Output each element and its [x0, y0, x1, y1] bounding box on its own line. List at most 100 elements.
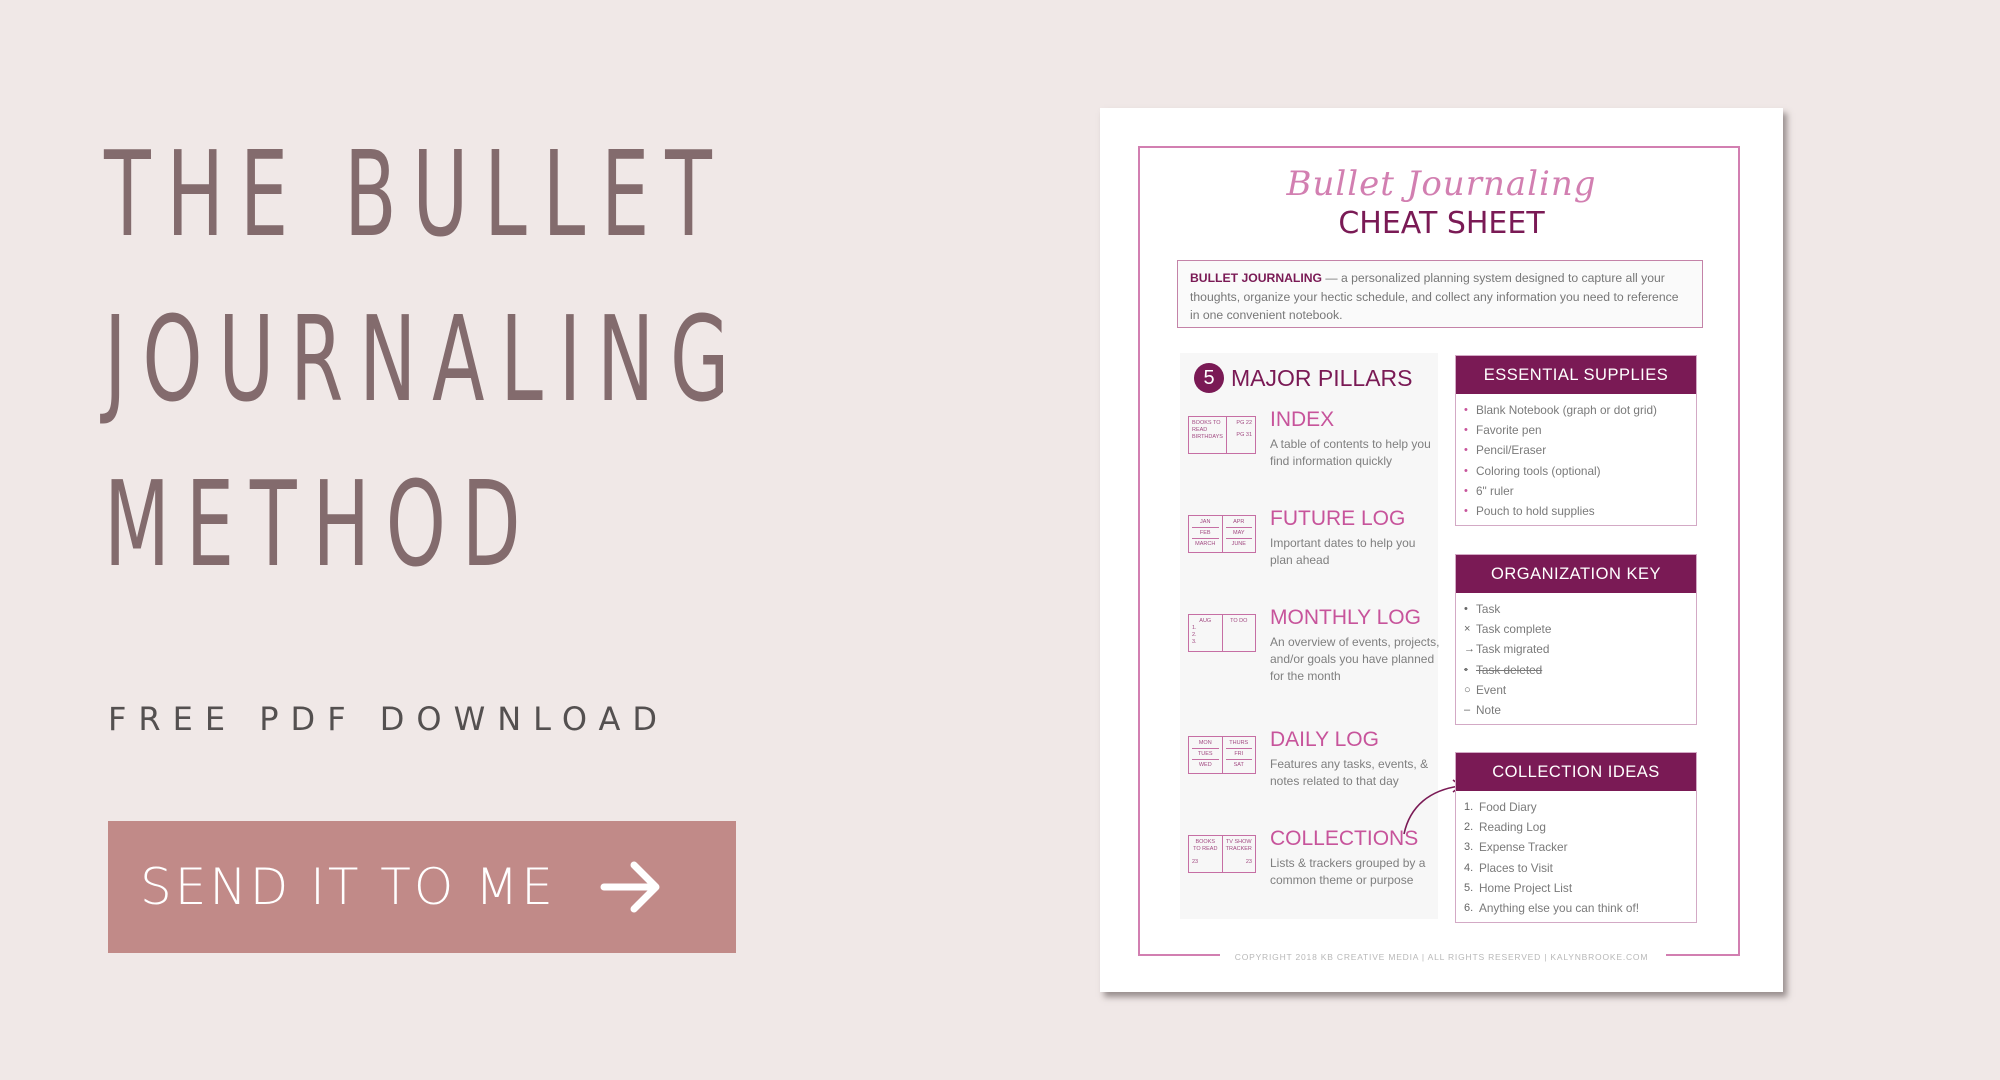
list-item-text: Places to Visit [1479, 860, 1553, 875]
list-item-text: Blank Notebook (graph or dot grid) [1476, 403, 1657, 417]
collection-ideas-list: 1. Food Diary 2. Reading Log 3. Expense Tra… [1456, 791, 1696, 922]
monthly-log-illustration: AUG 1. 2. 3. TO DO [1188, 614, 1256, 652]
list-number: 1. [1464, 801, 1474, 813]
daily-log-illustration: MON TUES WED THURS FRI SAT [1188, 736, 1256, 774]
list-item-text: Pencil/Eraser [1476, 443, 1547, 458]
mini-text: FEB [1192, 530, 1219, 539]
bullet-icon: • [1464, 484, 1468, 497]
list-number: 3. [1464, 841, 1474, 854]
panel-heading: ESSENTIAL SUPPLIES [1456, 356, 1696, 394]
mini-text: JUNE [1231, 541, 1246, 547]
mini-text: BOOKS TO READ [1192, 420, 1221, 433]
list-item: • Favorite pen [1464, 420, 1688, 440]
cheat-sheet-preview: Bullet Journaling CHEAT SHEET BULLET JOU… [1100, 108, 1783, 992]
mini-text: 23 [1245, 859, 1252, 865]
pillar-name: COLLECTIONS [1270, 827, 1419, 850]
mini-text: JAN [1192, 519, 1219, 528]
subhead: FREE PDF DOWNLOAD [108, 700, 670, 738]
list-item-text: Expense Tracker [1479, 840, 1568, 855]
sheet-footer: COPYRIGHT 2018 KB CREATIVE MEDIA | ALL R… [1234, 952, 1649, 962]
collections-illustration: BOOKS TO READ 23 TV SHOW TRACKER 23 [1188, 835, 1256, 873]
mini-text: AUG [1199, 618, 1212, 624]
mini-text: FRI [1225, 751, 1252, 760]
list-item-text: Event [1476, 682, 1507, 697]
pillar-desc: Important dates to help you plan ahead [1270, 536, 1416, 567]
event-circle-icon: ○ [1464, 683, 1471, 696]
list-item: • Pencil/Eraser [1464, 440, 1688, 460]
mini-text: 2. [1192, 632, 1197, 638]
intro-box: BULLET JOURNALING — a personalized plann… [1177, 260, 1703, 328]
pillar-name: FUTURE LOG [1270, 507, 1406, 530]
task-bullet-icon: • [1464, 603, 1468, 615]
list-item-text: Task deleted [1476, 662, 1543, 677]
list-item: → Task migrated [1464, 639, 1688, 659]
headline: THE BULLET JOURNALING METHOD [104, 112, 745, 607]
cta-label: SEND IT TO ME [140, 858, 556, 916]
mini-text: THURS [1225, 740, 1252, 749]
send-it-to-me-button[interactable]: SEND IT TO ME [108, 821, 736, 953]
sheet-script-title: Bullet Journaling [1286, 164, 1597, 204]
list-item-text: Task complete [1476, 622, 1552, 637]
list-item-text: Pouch to hold supplies [1476, 504, 1595, 519]
list-item-text: Anything else you can think of! [1479, 901, 1640, 916]
bullet-icon: • [1464, 424, 1468, 437]
list-item: • 6" ruler [1464, 481, 1688, 501]
collection-ideas-panel: COLLECTION IDEAS 1. Food Diary 2. Reading … [1455, 752, 1697, 924]
mini-text: SAT [1233, 762, 1244, 768]
panel-heading: COLLECTION IDEAS [1456, 753, 1696, 791]
organization-key-panel: ORGANIZATION KEY • Task × Task complete → T… [1455, 554, 1697, 726]
list-item: • Task deleted [1464, 660, 1688, 680]
bullet-icon: • [1464, 404, 1468, 416]
pillar-future-log: JAN FEB MARCH APR MAY JUNE FUTURE LOG Im… [1188, 507, 1438, 587]
bullet-icon: • [1464, 444, 1468, 457]
headline-line: METHOD [104, 455, 537, 593]
pillar-index: BOOKS TO READ BIRTHDAYS PG 22 PG 31 INDE… [1188, 408, 1438, 488]
pillar-name: DAILY LOG [1270, 728, 1379, 751]
pillar-desc: Lists & trackers grouped by a common the… [1270, 856, 1426, 887]
sheet-title: CHEAT SHEET [1338, 206, 1545, 241]
list-item-text: Coloring tools (optional) [1476, 463, 1601, 478]
list-number: 6. [1464, 902, 1474, 915]
mini-text: APR [1225, 519, 1252, 528]
mini-text: TO DO [1230, 618, 1248, 624]
mini-text: MARCH [1195, 541, 1216, 547]
pillars-heading: 5 MAJOR PILLARS [1194, 363, 1413, 393]
list-item: 1. Food Diary [1464, 797, 1688, 817]
list-item: • Task [1464, 599, 1688, 619]
bullet-icon: • [1464, 464, 1468, 477]
mini-text: TV SHOW TRACKER [1225, 839, 1252, 852]
list-number: 2. [1464, 821, 1474, 834]
list-item-text: Note [1476, 703, 1501, 718]
mini-text: 1. [1192, 625, 1197, 631]
panel-heading: ORGANIZATION KEY [1456, 555, 1696, 593]
bullet-icon: • [1464, 505, 1468, 518]
mini-text: MAY [1225, 530, 1252, 539]
list-item: • Blank Notebook (graph or dot grid) [1464, 400, 1688, 420]
list-item: 5. Home Project List [1464, 878, 1688, 898]
intro-term: BULLET JOURNALING [1190, 271, 1323, 285]
pillar-name: INDEX [1270, 408, 1335, 431]
pillar-monthly-log: AUG 1. 2. 3. TO DO MONTHLY LOG An overvi… [1188, 606, 1439, 686]
headline-line: THE BULLET [104, 125, 728, 263]
mini-text: MON [1192, 740, 1219, 749]
list-item-text: Home Project List [1479, 880, 1573, 895]
future-log-illustration: JAN FEB MARCH APR MAY JUNE [1188, 515, 1256, 553]
mini-text: PG 22 [1236, 420, 1252, 426]
task-complete-x-icon: × [1464, 623, 1471, 636]
org-key-list: • Task × Task complete → Task migrated • Tas… [1456, 593, 1696, 724]
task-deleted-icon: • [1464, 663, 1468, 676]
list-item: × Task complete [1464, 619, 1688, 639]
pillar-desc: A table of contents to help you find inf… [1270, 437, 1431, 468]
essential-supplies-panel: ESSENTIAL SUPPLIES • Blank Notebook (grap… [1455, 355, 1697, 527]
mini-text: BIRTHDAYS [1192, 434, 1223, 440]
pillars-count-badge: 5 [1194, 363, 1224, 393]
list-item: 3. Expense Tracker [1464, 837, 1688, 857]
headline-line: JOURNALING [104, 290, 746, 428]
task-migrated-arrow-icon: → [1464, 643, 1475, 656]
list-item: 4. Places to Visit [1464, 858, 1688, 878]
list-item-text: Task migrated [1476, 642, 1550, 657]
mini-text: 23 [1192, 859, 1199, 865]
list-item: ○ Event [1464, 680, 1688, 700]
pillar-collections: BOOKS TO READ 23 TV SHOW TRACKER 23 COLL… [1188, 827, 1438, 907]
mini-text: TUES [1192, 751, 1219, 760]
